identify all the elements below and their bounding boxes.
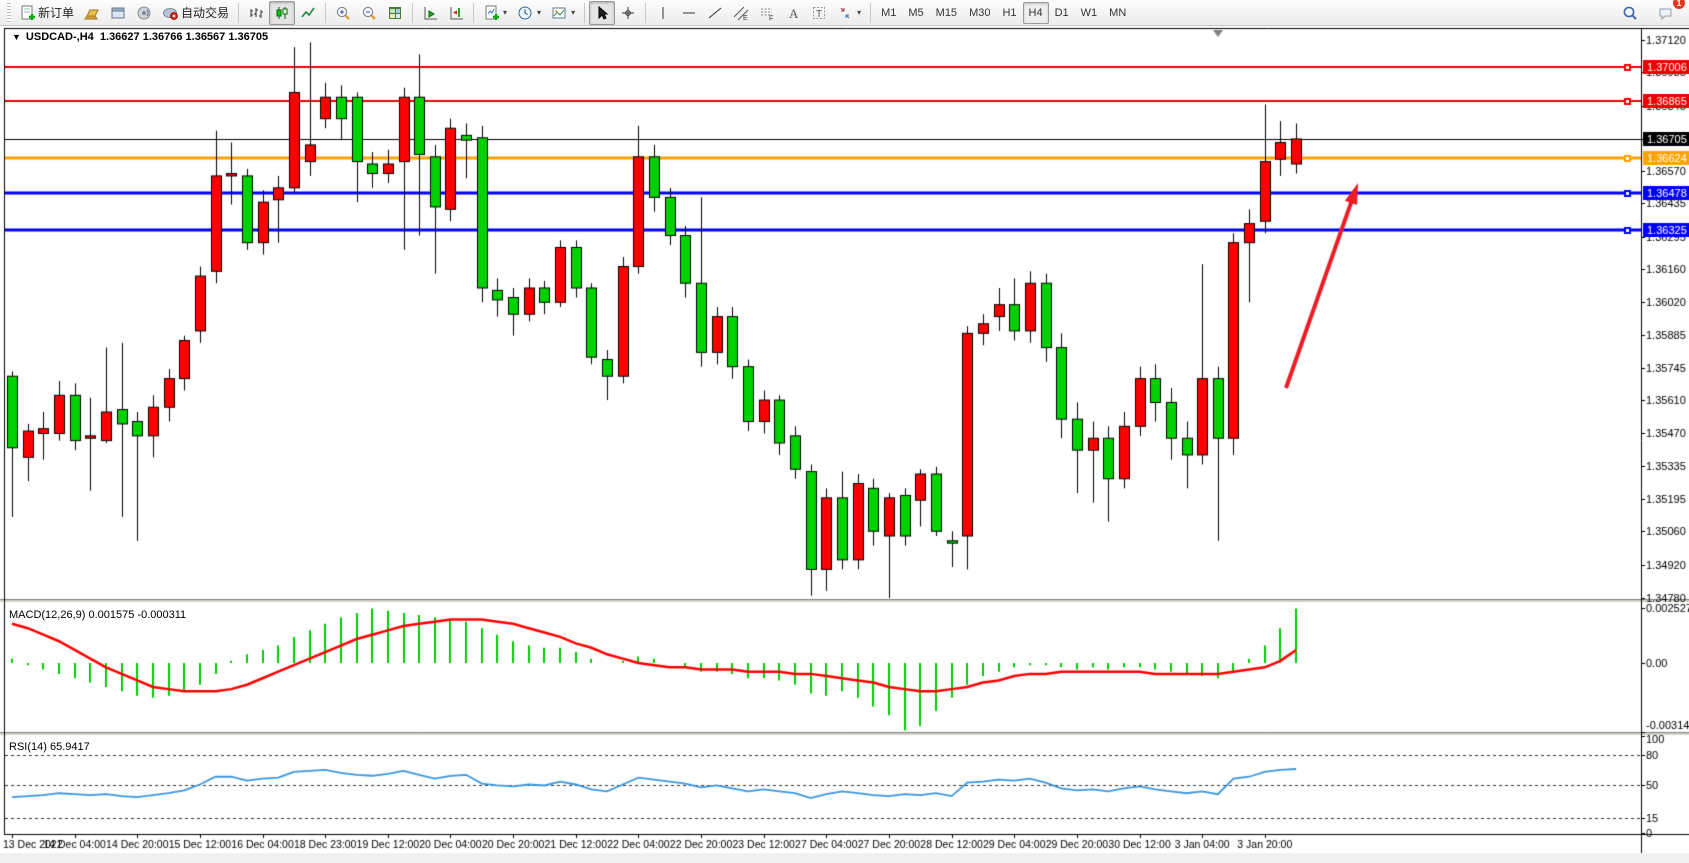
notification-badge: 1 bbox=[1673, 0, 1685, 9]
toolbar-separator bbox=[238, 3, 239, 23]
zoom-out-icon bbox=[361, 5, 377, 21]
line-icon bbox=[300, 5, 316, 21]
rsi-indicator-label: RSI(14) 65.9417 bbox=[9, 741, 90, 753]
gold-icon bbox=[84, 5, 100, 21]
zoom-in-button[interactable] bbox=[330, 1, 356, 25]
indicators-button[interactable]: ▾ bbox=[478, 1, 512, 25]
toolbar-separator bbox=[412, 3, 413, 23]
line-chart-button[interactable] bbox=[295, 1, 321, 25]
vline-icon bbox=[655, 5, 671, 21]
timeframe-h1-button[interactable]: H1 bbox=[996, 2, 1022, 24]
svg-text:E: E bbox=[743, 15, 748, 21]
macd-indicator-label: MACD(12,26,9) 0.001575 -0.000311 bbox=[9, 609, 186, 621]
svg-text:A: A bbox=[789, 6, 799, 21]
timeframe-m5-button[interactable]: M5 bbox=[902, 2, 929, 24]
main-toolbar: 新订单 自动交易 ▾ ▾ ▾ E F A T ▾ M1M5M15M30H1H4D1W1MN 1 bbox=[0, 0, 1689, 26]
toolbar-separator bbox=[584, 3, 585, 23]
svg-text:T: T bbox=[816, 9, 822, 20]
toolbar-separator bbox=[473, 3, 474, 23]
timeframe-m1-button[interactable]: M1 bbox=[875, 2, 902, 24]
chevron-down-icon[interactable]: ▾ bbox=[503, 8, 507, 17]
text-t-icon: T bbox=[811, 5, 827, 21]
trendline-button[interactable] bbox=[702, 1, 728, 25]
text-a-icon: A bbox=[785, 5, 801, 21]
clock-icon bbox=[517, 5, 533, 21]
bars-icon bbox=[248, 5, 264, 21]
symbol-period-label: USDCAD-,H4 bbox=[26, 31, 94, 43]
horizontal-line-button[interactable] bbox=[676, 1, 702, 25]
templates-button[interactable]: ▾ bbox=[546, 1, 580, 25]
doc-plus-icon bbox=[19, 5, 35, 21]
collapse-ohlc-icon[interactable]: ▼ bbox=[12, 32, 21, 42]
mt4-terminal-window: { "toolbar": { "new_order_label": "新订单",… bbox=[0, 0, 1689, 863]
equidistant-channel-button[interactable]: E bbox=[728, 1, 754, 25]
chart-ohlc-header[interactable]: ▼ USDCAD-,H4 1.36627 1.36766 1.36567 1.36… bbox=[12, 31, 268, 43]
chat-icon bbox=[1658, 5, 1674, 21]
fibonacci-button[interactable]: F bbox=[754, 1, 780, 25]
timeframe-w1-button[interactable]: W1 bbox=[1075, 2, 1104, 24]
toolbar-separator bbox=[325, 3, 326, 23]
text-button[interactable]: A bbox=[780, 1, 806, 25]
candle-chart-button[interactable] bbox=[269, 1, 295, 25]
toolbar-grip[interactable] bbox=[7, 3, 11, 23]
hline-icon bbox=[681, 5, 697, 21]
shapes-icon bbox=[837, 5, 853, 21]
fibo-icon: F bbox=[759, 5, 775, 21]
ohlc-values: 1.36627 1.36766 1.36567 1.36705 bbox=[100, 31, 268, 43]
profile-icon bbox=[110, 5, 126, 21]
timeframe-mn-button[interactable]: MN bbox=[1103, 2, 1132, 24]
chevron-down-icon[interactable]: ▾ bbox=[537, 8, 541, 17]
trendline-icon bbox=[707, 5, 723, 21]
timeframe-m15-button[interactable]: M15 bbox=[930, 2, 963, 24]
toolbar-separator bbox=[645, 3, 646, 23]
toolbar-separator bbox=[870, 3, 871, 23]
autoscroll-icon bbox=[422, 5, 438, 21]
auto-scroll-button[interactable] bbox=[417, 1, 443, 25]
new-order-button-label: 新订单 bbox=[38, 4, 74, 21]
bar-chart-button[interactable] bbox=[243, 1, 269, 25]
chart-profiles-button[interactable] bbox=[105, 1, 131, 25]
tile-windows-button[interactable] bbox=[382, 1, 408, 25]
macd-signal-value: -0.000311 bbox=[137, 609, 186, 621]
rsi-current-value: 65.9417 bbox=[50, 741, 90, 753]
deposit-button[interactable] bbox=[79, 1, 105, 25]
search-button[interactable] bbox=[1617, 1, 1643, 25]
chevron-down-icon[interactable]: ▾ bbox=[571, 8, 575, 17]
text-label-button[interactable]: T bbox=[806, 1, 832, 25]
timeframe-h4-button[interactable]: H4 bbox=[1023, 2, 1049, 24]
candle-icon bbox=[274, 5, 290, 21]
speaker-icon bbox=[136, 5, 152, 21]
chart-canvas[interactable] bbox=[0, 26, 1689, 863]
search-icon bbox=[1622, 5, 1638, 21]
periods-button[interactable]: ▾ bbox=[512, 1, 546, 25]
new-order-button[interactable]: 新订单 bbox=[14, 1, 79, 25]
timeframe-d1-button[interactable]: D1 bbox=[1049, 2, 1075, 24]
autotrading-button[interactable]: 自动交易 bbox=[157, 1, 234, 25]
svg-text:F: F bbox=[769, 15, 773, 21]
zoom-out-button[interactable] bbox=[356, 1, 382, 25]
template-icon bbox=[551, 5, 567, 21]
macd-main-value: 0.001575 bbox=[88, 609, 134, 621]
autotrade-icon bbox=[162, 5, 178, 21]
vertical-line-button[interactable] bbox=[650, 1, 676, 25]
chevron-down-icon[interactable]: ▾ bbox=[857, 8, 861, 17]
arrows-button[interactable]: ▾ bbox=[832, 1, 866, 25]
crosshair-icon bbox=[620, 5, 636, 21]
timeframe-m30-button[interactable]: M30 bbox=[963, 2, 996, 24]
cursor-button[interactable] bbox=[589, 1, 615, 25]
alerts-button[interactable] bbox=[131, 1, 157, 25]
indicator-icon bbox=[483, 5, 499, 21]
chartshift-icon bbox=[448, 5, 464, 21]
crosshair-button[interactable] bbox=[615, 1, 641, 25]
autotrading-button-label: 自动交易 bbox=[181, 4, 229, 21]
tiles-icon bbox=[387, 5, 403, 21]
chart-shift-button[interactable] bbox=[443, 1, 469, 25]
notifications-button[interactable]: 1 bbox=[1653, 1, 1679, 25]
chart-window: ▼ USDCAD-,H4 1.36627 1.36766 1.36567 1.36… bbox=[0, 26, 1689, 863]
zoom-in-icon bbox=[335, 5, 351, 21]
channel-icon: E bbox=[733, 5, 749, 21]
cursor-icon bbox=[594, 5, 610, 21]
